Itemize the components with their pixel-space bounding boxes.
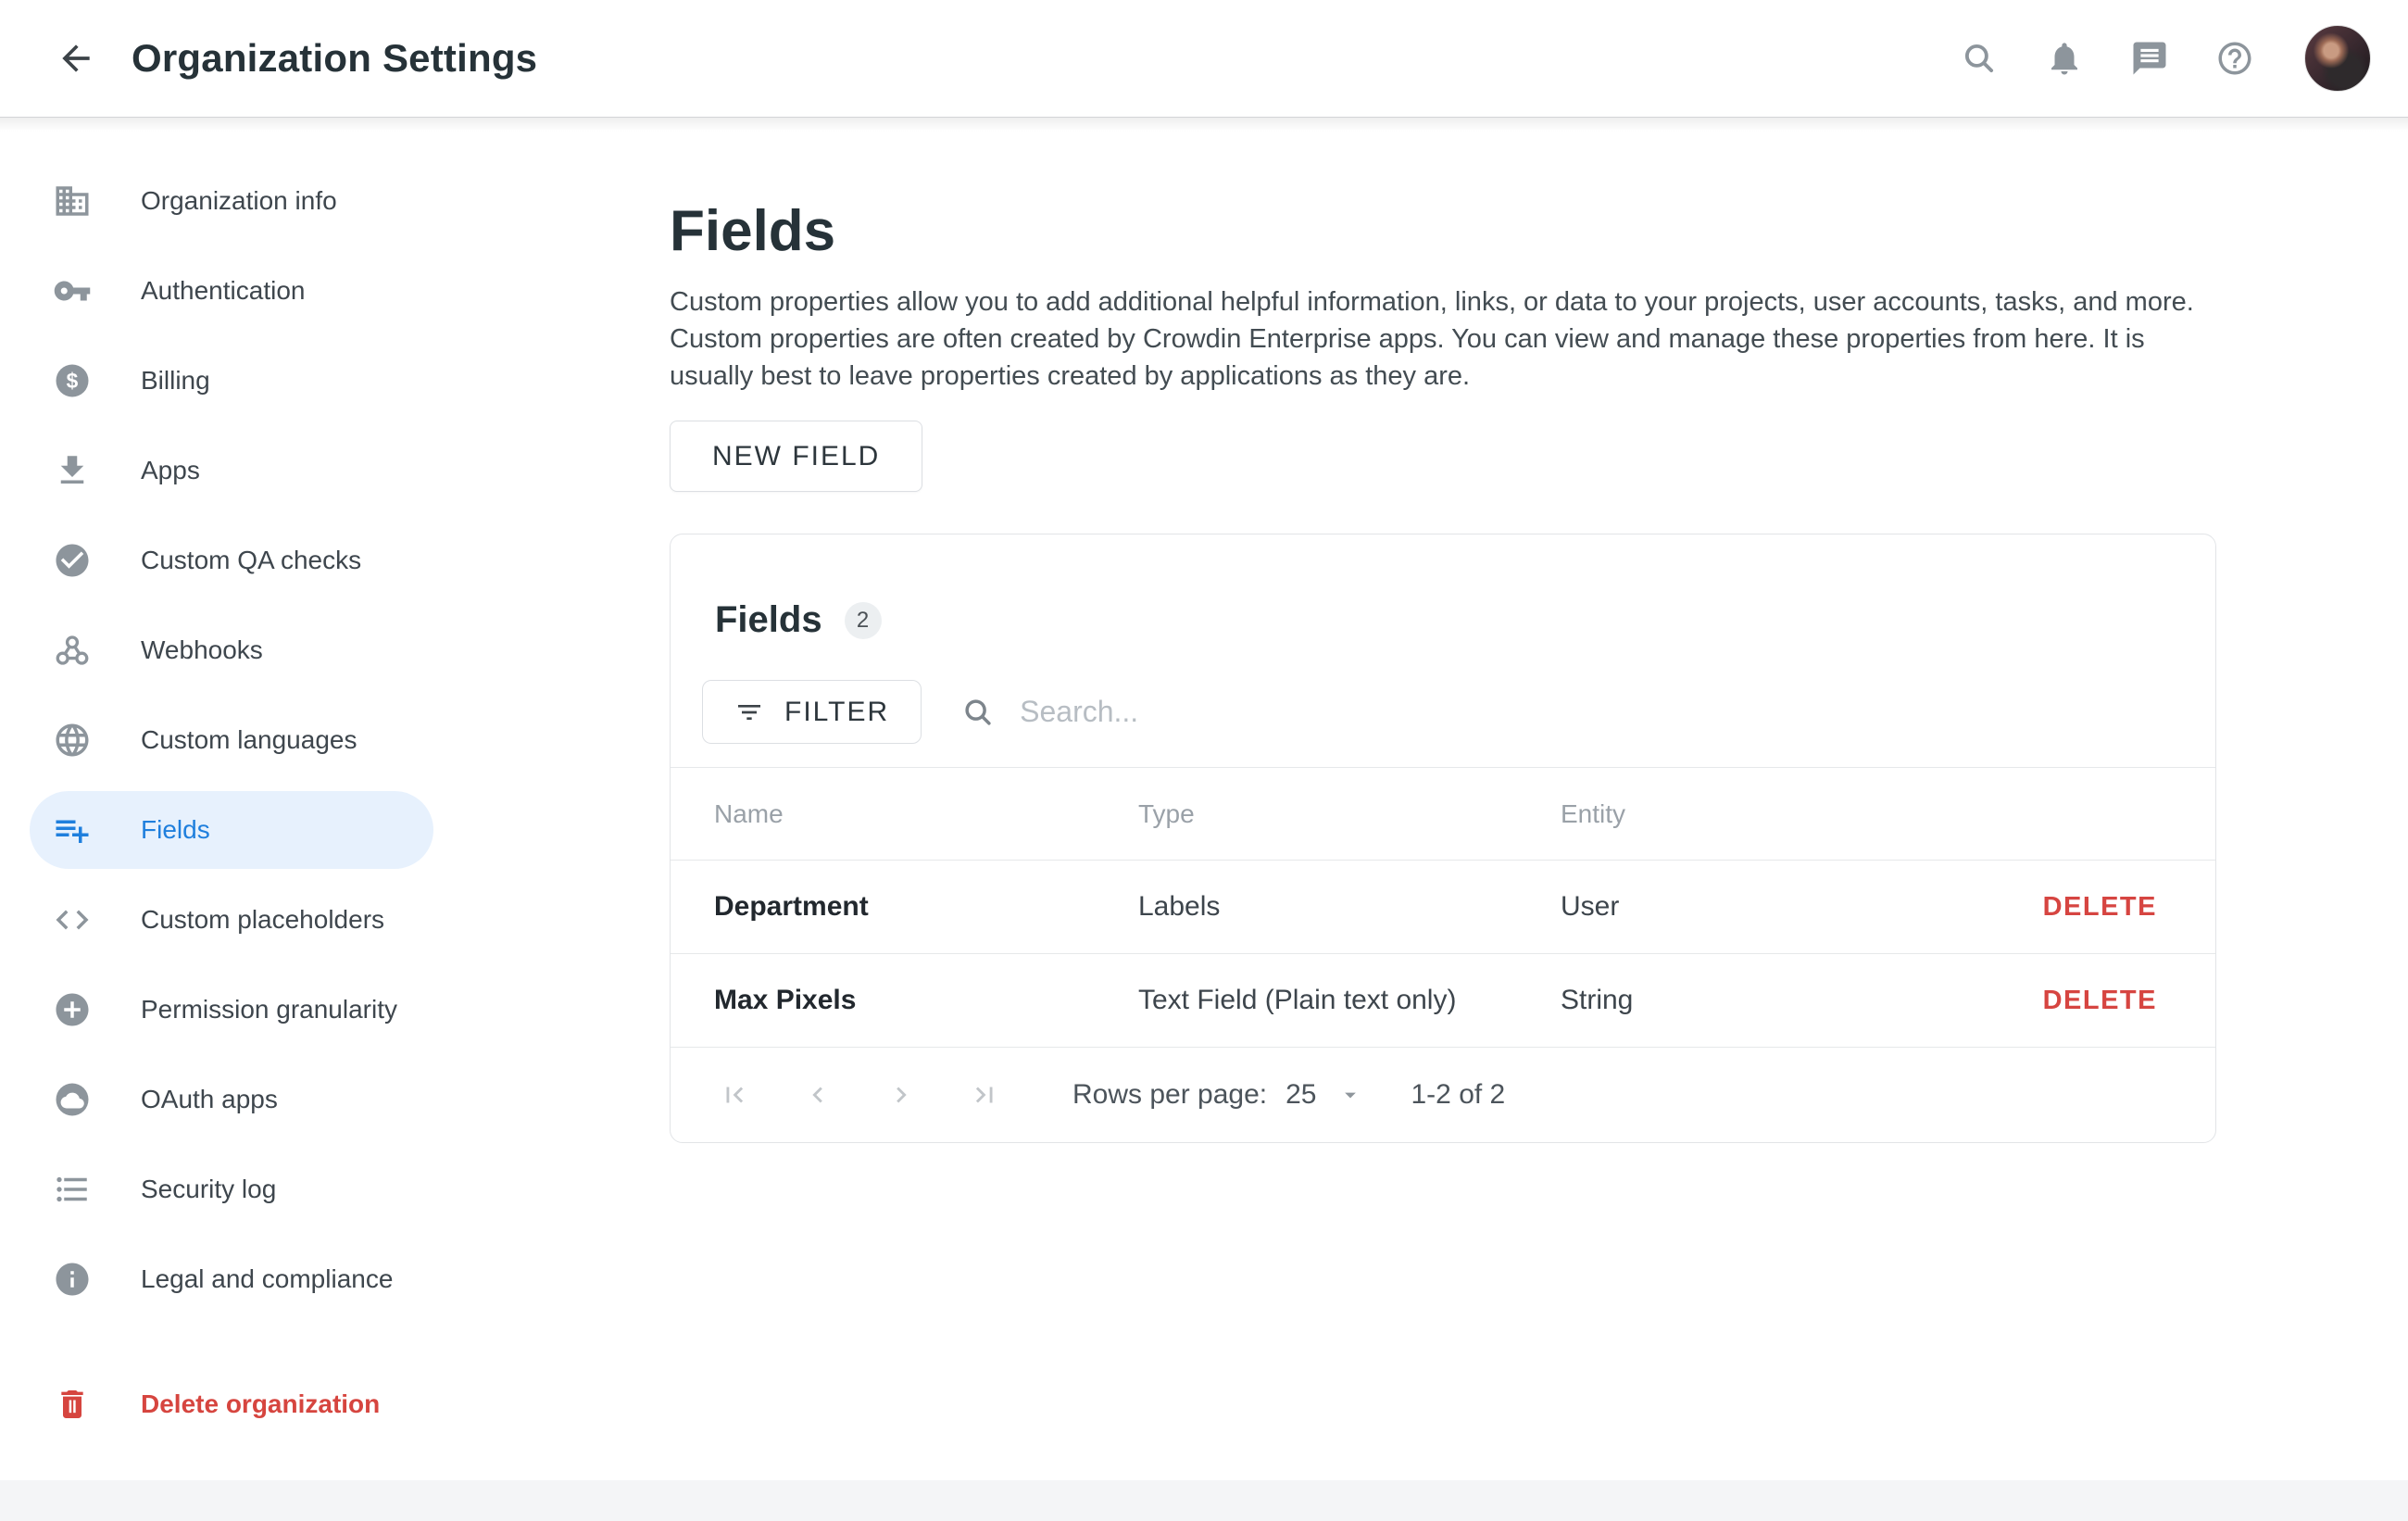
delete-field-button[interactable]: DELETE [2043,892,2157,923]
dropdown-caret-icon [1337,1082,1363,1108]
search-input[interactable] [1020,695,2171,729]
rows-per-page-label: Rows per page: [1072,1079,1267,1111]
first-page-button[interactable] [719,1079,750,1111]
sidebar-item-authentication[interactable]: Authentication [30,252,433,330]
filter-button-label: FILTER [784,697,889,728]
avatar[interactable] [2304,25,2371,92]
check-circle-icon [52,540,93,581]
building-icon [52,181,93,221]
sidebar-item-label: Custom QA checks [141,546,361,575]
pagination-range: 1-2 of 2 [1411,1079,1506,1111]
sidebar-item-organization-info[interactable]: Organization info [30,162,433,240]
fields-card: Fields 2 FILTER [670,534,2216,1143]
sidebar-item-custom-qa-checks[interactable]: Custom QA checks [30,522,433,599]
field-name: Department [671,891,1138,923]
sidebar-item-label: Authentication [141,276,305,306]
sidebar-item-label: Custom placeholders [141,905,384,935]
table-header-row: Name Type Entity [671,767,2215,860]
column-header-name: Name [671,799,1138,829]
search-button[interactable] [1958,37,2000,80]
sidebar-item-label: Billing [141,366,210,396]
search-icon [960,695,996,730]
field-entity: User [1561,891,2043,923]
field-type: Text Field (Plain text only) [1138,985,1561,1016]
search-box [960,695,2171,730]
sidebar-item-delete-organization[interactable]: Delete organization [30,1365,433,1443]
field-type: Labels [1138,891,1561,923]
rows-per-page-select[interactable]: 25 [1286,1079,1362,1111]
sidebar-item-label: Security log [141,1175,276,1204]
webhook-icon [52,630,93,671]
sidebar-item-label: Permission granularity [141,995,397,1024]
list-icon [52,1169,93,1210]
cloud-circle-icon [52,1079,93,1120]
messages-button[interactable] [2128,37,2171,80]
sidebar-item-legal-and-compliance[interactable]: Legal and compliance [30,1240,433,1318]
sidebar-item-label: Apps [141,456,200,485]
sidebar-item-label: Custom languages [141,725,357,755]
download-icon [52,450,93,491]
sidebar-item-apps[interactable]: Apps [30,432,433,509]
table-row: Department Labels User DELETE [671,860,2215,953]
chat-icon [2130,39,2169,78]
info-circle-icon [52,1259,93,1300]
sidebar-item-oauth-apps[interactable]: OAuth apps [30,1061,433,1138]
help-button[interactable] [2214,37,2256,80]
plus-circle-icon [52,989,93,1030]
sidebar-item-custom-languages[interactable]: Custom languages [30,701,433,779]
card-header: Fields 2 [671,534,2215,641]
sidebar-item-custom-placeholders[interactable]: Custom placeholders [30,881,433,959]
help-icon [2215,39,2254,78]
sidebar-item-label: Legal and compliance [141,1264,393,1294]
sidebar-item-billing[interactable]: $ Billing [30,342,433,420]
previous-page-button[interactable] [802,1079,834,1111]
rows-per-page-value: 25 [1286,1079,1316,1111]
column-header-type: Type [1138,799,1561,829]
next-page-button[interactable] [885,1079,917,1111]
sidebar-item-label: Webhooks [141,635,263,665]
new-field-button[interactable]: NEW FIELD [670,421,922,492]
settings-sidebar: Organization info Authentication $ Billi… [0,118,648,1480]
card-title: Fields [715,599,822,641]
table-pagination: Rows per page: 25 1-2 of 2 [671,1047,2215,1142]
page-title: Organization Settings [132,36,537,81]
footer-strip [0,1480,2408,1521]
organization-settings-page: Organization Settings [0,0,2408,1521]
section-heading: Fields [670,198,2408,265]
bell-icon [2045,39,2084,78]
sidebar-item-label: Organization info [141,186,337,216]
main-content: Fields Custom properties allow you to ad… [648,118,2408,1480]
sidebar-item-fields[interactable]: Fields [30,791,433,869]
sidebar-item-security-log[interactable]: Security log [30,1150,433,1228]
code-icon [52,899,93,940]
sidebar-item-webhooks[interactable]: Webhooks [30,611,433,689]
sidebar-item-label: Fields [141,815,210,845]
dollar-circle-icon: $ [52,360,93,401]
filter-list-icon [734,698,764,727]
sidebar-item-permission-granularity[interactable]: Permission granularity [30,971,433,1049]
field-name: Max Pixels [671,985,1138,1016]
search-icon [1960,39,1999,78]
trash-icon [52,1384,93,1425]
notifications-button[interactable] [2043,37,2086,80]
card-toolbar: FILTER [671,680,2215,767]
field-entity: String [1561,985,2043,1016]
count-badge: 2 [845,602,882,639]
svg-text:$: $ [67,369,79,393]
globe-icon [52,720,93,760]
topbar-actions [1958,25,2371,92]
filter-button[interactable]: FILTER [702,680,922,744]
playlist-add-icon [52,810,93,850]
top-app-bar: Organization Settings [0,0,2408,118]
delete-field-button[interactable]: DELETE [2043,986,2157,1016]
table-row: Max Pixels Text Field (Plain text only) … [671,953,2215,1047]
column-header-entity: Entity [1561,799,2157,829]
sidebar-item-label: OAuth apps [141,1085,278,1114]
sidebar-item-label: Delete organization [141,1389,380,1419]
arrow-back-icon [56,38,96,79]
section-description: Custom properties allow you to add addit… [670,283,2207,395]
back-button[interactable] [52,34,100,82]
last-page-button[interactable] [969,1079,1000,1111]
key-icon [52,270,93,311]
